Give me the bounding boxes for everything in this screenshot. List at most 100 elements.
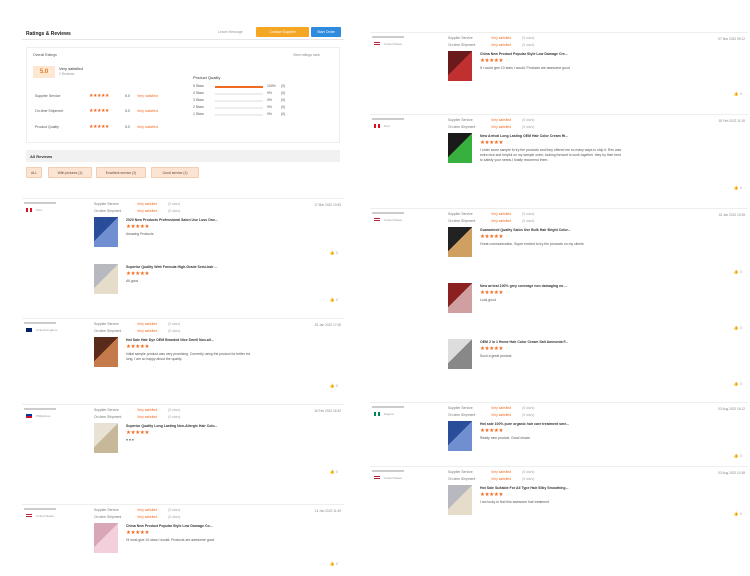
view-ratings-link[interactable]: View ratings rank [293, 53, 320, 57]
reviewed-product: New arrival 100% grey coverage non damag… [448, 283, 744, 337]
product-title-link[interactable]: Superior Quality Wett Formula High-Grade… [126, 265, 217, 269]
all-reviews-header: All Reviews [26, 150, 340, 162]
review-item: United States Supplier Service Very satisf… [370, 466, 748, 526]
product-title-link[interactable]: China New Product Popular Style Low Dama… [480, 52, 568, 56]
reviewer-country: Nigeria [384, 412, 394, 416]
product-thumbnail[interactable] [448, 485, 472, 515]
service-row-shipment: On-time Shipment ★★★★★ 5.0 Very satisfie… [33, 108, 183, 115]
supplier-service-label: Supplier Service [448, 118, 473, 122]
reviewer-country: United States [36, 514, 55, 518]
review-date: 17 Mar 2022 10:53 [314, 203, 341, 207]
like-button[interactable]: 👍 0 [734, 453, 742, 458]
like-button[interactable]: 👍 0 [734, 269, 742, 274]
quality-count: (0) [281, 91, 286, 95]
filter-chip-excellent[interactable]: Excellent service (2) [96, 167, 146, 178]
start-order-button[interactable]: Start Order [311, 27, 341, 37]
overall-ratings-panel: Overall Ratings View ratings rank 5.0 Ve… [26, 47, 340, 143]
reviewed-product: Superior Quality Wett Formula High-Grade… [94, 264, 340, 309]
product-rating-stars: ★★★★★ [480, 346, 504, 352]
reviewed-product: China New Product Popular Style Low Dama… [94, 523, 340, 573]
product-title-link[interactable]: 2020 New Products Professional Salon Use… [126, 218, 218, 222]
country-flag-icon [374, 124, 380, 128]
product-title-link[interactable]: New Arrival Long Lasting OEM Hair Color … [480, 134, 568, 138]
product-thumbnail[interactable] [448, 339, 472, 369]
quality-row: 3 Stars 0% (0) [193, 98, 293, 103]
product-title-link[interactable]: Guaranteed Quality Salon Use Bulk Hair B… [480, 228, 571, 232]
reviewed-product: Superior Quality Long Lasting Non-Allerg… [94, 423, 340, 481]
like-button[interactable]: 👍 0 [734, 91, 742, 96]
product-thumbnail[interactable] [448, 51, 472, 81]
product-rating-stars: ★★★★★ [480, 428, 504, 434]
quality-row: 1 Stars 0% (0) [193, 112, 293, 117]
like-button[interactable]: 👍 0 [330, 250, 338, 255]
product-thumbnail[interactable] [94, 423, 118, 453]
like-button[interactable]: 👍 0 [330, 297, 338, 302]
filter-chip-all[interactable]: ALL [26, 167, 42, 178]
product-title-link[interactable]: China New Product Popular Style Low Dama… [126, 524, 213, 528]
quality-star-label: 4 Stars [193, 91, 204, 95]
product-rating-stars: ★★★★★ [480, 234, 504, 240]
country-flag-icon [26, 328, 32, 332]
like-button[interactable]: 👍 0 [330, 469, 338, 474]
supplier-service-level: Very satisfied [491, 118, 512, 122]
product-title-link[interactable]: Superior Quality Long Lasting Non-Allerg… [126, 424, 217, 428]
product-quality-title: Product Quality [193, 75, 221, 80]
like-button[interactable]: 👍 0 [330, 561, 338, 566]
quality-star-label: 1 Stars [193, 112, 204, 116]
supplier-service-stars: (5 stars) [522, 212, 535, 216]
leave-message-link[interactable]: Leave Message [218, 30, 243, 34]
all-reviews-label: All Reviews [30, 154, 53, 159]
on-time-stars: (5 stars) [522, 219, 535, 223]
product-title-link[interactable]: Hot sale 100% pure organic hair care tre… [480, 422, 569, 426]
quality-row: 5 Stars 100% (2) [193, 84, 293, 89]
contact-supplier-button[interactable]: Contact Supplier [256, 27, 309, 37]
supplier-service-stars: (5 stars) [522, 118, 535, 122]
service-name: On-time Shipment [35, 109, 64, 113]
like-button[interactable]: 👍 0 [734, 381, 742, 386]
service-level: Very satisfied [137, 109, 158, 113]
filter-chip-good[interactable]: Good service (1) [151, 167, 199, 178]
product-thumbnail[interactable] [94, 337, 118, 367]
product-thumbnail[interactable] [448, 283, 472, 313]
product-thumbnail[interactable] [448, 227, 472, 257]
supplier-service-label: Supplier Service [448, 212, 473, 216]
review-comment: I order some sample fo try the products … [480, 148, 622, 162]
quality-bar [215, 99, 263, 102]
review-comment: All good [126, 279, 139, 283]
product-title-link[interactable]: New arrival 100% grey coverage non damag… [480, 284, 567, 288]
reviewed-product: New Arrival Long Lasting OEM Hair Color … [448, 133, 744, 197]
reviewer-name-mask [24, 322, 56, 324]
review-item: Peru Supplier Service Very satisfied (5 sta… [22, 198, 344, 310]
like-button[interactable]: 👍 0 [734, 185, 742, 190]
quality-count: (0) [281, 105, 286, 109]
left-column: Ratings & Reviews Leave Message Contact … [22, 0, 344, 576]
supplier-service-level: Very satisfied [491, 36, 512, 40]
product-thumbnail[interactable] [448, 421, 472, 451]
product-thumbnail[interactable] [94, 264, 118, 294]
product-thumbnail[interactable] [94, 523, 118, 553]
service-stars: ★★★★★ [89, 124, 109, 130]
like-button[interactable]: 👍 0 [330, 383, 338, 388]
product-rating-stars: ★★★★★ [480, 58, 504, 64]
reviewer-name-mask [372, 406, 404, 408]
on-time-label: On-time Shipment [448, 477, 476, 481]
reviewer-country: United States [384, 218, 403, 222]
product-rating-stars: ★★★★★ [126, 271, 150, 277]
like-button[interactable]: 👍 0 [734, 511, 742, 516]
product-title-link[interactable]: OEM 2 in 1 Home Hair Color Cream Salt Am… [480, 340, 568, 344]
like-button[interactable]: 👍 0 [734, 325, 742, 330]
supplier-service-level: Very satisfied [491, 470, 512, 474]
supplier-service-label: Supplier Service [94, 322, 119, 326]
country-flag-icon [374, 476, 380, 480]
review-date: 03 Aug 2022 16:12 [718, 407, 745, 411]
product-thumbnail[interactable] [448, 133, 472, 163]
product-thumbnail[interactable] [94, 217, 118, 247]
on-time-label: On-time Shipment [94, 415, 122, 419]
quality-count: (0) [281, 98, 286, 102]
product-title-link[interactable]: Hot Sale Suitable For All Type Hair Silk… [480, 486, 569, 490]
review-comment: I'll most give 10 stars I would. Product… [126, 538, 215, 542]
on-time-label: On-time Shipment [448, 43, 476, 47]
product-title-link[interactable]: Hot Sale Hair Dye OEM Branded Nice Smell… [126, 338, 214, 342]
service-stars: ★★★★★ [89, 108, 109, 114]
filter-chip-pictures[interactable]: With pictures (1) [48, 167, 92, 178]
